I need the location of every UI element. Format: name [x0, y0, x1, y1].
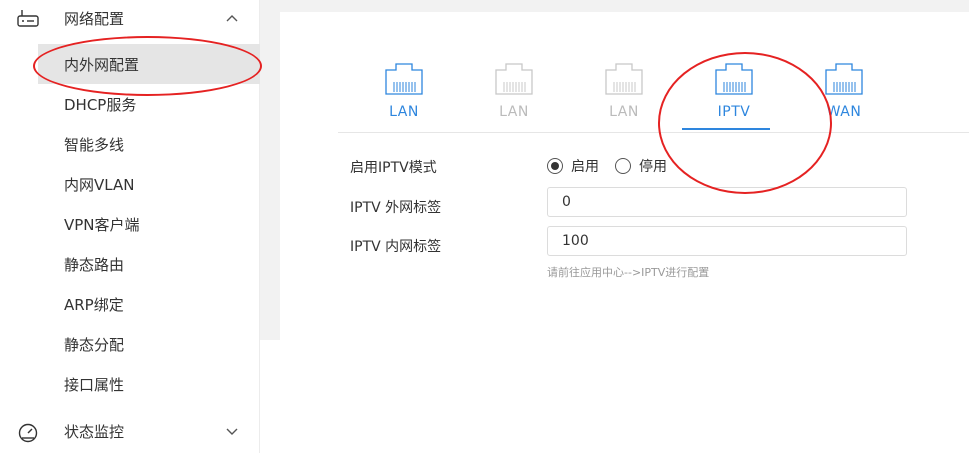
router-icon	[17, 10, 39, 27]
tab-label: LAN	[389, 104, 419, 120]
lan-tag-value: 100	[562, 233, 589, 249]
sidebar-item-label: 内网VLAN	[64, 175, 135, 194]
chevron-up-icon[interactable]	[224, 10, 240, 26]
ethernet-port-icon	[495, 63, 533, 95]
ethernet-port-icon	[385, 63, 423, 95]
tab-lan-1[interactable]: LAN	[369, 62, 439, 132]
config-hint: 请前往应用中心-->IPTV进行配置	[547, 266, 710, 279]
iptv-mode-label: 启用IPTV模式	[350, 160, 437, 176]
tab-lan-2[interactable]: LAN	[479, 62, 549, 132]
lan-tag-label: IPTV 内网标签	[350, 239, 442, 255]
sidebar-item-label: 智能多线	[64, 135, 125, 154]
sidebar-item-dhcp[interactable]: DHCP服务	[0, 84, 260, 124]
ethernet-port-icon	[715, 63, 753, 95]
group-network-config[interactable]: 网络配置	[0, 0, 260, 36]
tab-label: LAN	[609, 104, 639, 120]
tab-label: LAN	[499, 104, 529, 120]
ethernet-port-icon	[605, 63, 643, 95]
tab-lan-3[interactable]: LAN	[589, 62, 659, 132]
lan-tag-input[interactable]: 100	[547, 226, 907, 256]
iptv-mode-radio-group: 启用 停用	[547, 152, 683, 180]
group-label: 网络配置	[64, 9, 125, 28]
wan-tag-input[interactable]: 0	[547, 187, 907, 217]
radio-enable[interactable]	[547, 158, 563, 174]
radio-dot	[551, 162, 559, 170]
sidebar: 网络配置 内外网配置 DHCP服务 智能多线 内网VLAN VPN客户端 静态路…	[0, 0, 260, 453]
tab-label: IPTV	[717, 104, 751, 120]
tab-label: WAN	[826, 104, 862, 120]
sidebar-item-label: 内外网配置	[64, 55, 140, 74]
sidebar-item-label: 静态分配	[64, 335, 125, 354]
wan-tag-label: IPTV 外网标签	[350, 200, 442, 216]
radio-disable[interactable]	[615, 158, 631, 174]
tab-active-underline	[682, 128, 770, 130]
sidebar-item-label: VPN客户端	[64, 215, 140, 234]
sidebar-item-arp-binding[interactable]: ARP绑定	[0, 284, 260, 324]
sidebar-item-label: DHCP服务	[64, 95, 137, 114]
sidebar-item-static-assign[interactable]: 静态分配	[0, 324, 260, 364]
sidebar-item-multiline[interactable]: 智能多线	[0, 124, 260, 164]
sidebar-item-static-route[interactable]: 静态路由	[0, 244, 260, 284]
sidebar-item-interface-props[interactable]: 接口属性	[0, 364, 260, 404]
gauge-icon	[18, 423, 38, 443]
group-label: 状态监控	[64, 422, 125, 441]
main-panel: LAN LAN LAN IPTV WAN 启用IPTV模式 启用 停用 IPTV…	[260, 0, 969, 453]
sidebar-item-label: 静态路由	[64, 255, 125, 274]
group-status-monitor[interactable]: 状态监控	[0, 413, 260, 449]
ethernet-port-icon	[825, 63, 863, 95]
sidebar-item-vlan[interactable]: 内网VLAN	[0, 164, 260, 204]
sidebar-item-label: 接口属性	[64, 375, 125, 394]
wan-tag-value: 0	[562, 194, 571, 210]
sidebar-item-vpn-client[interactable]: VPN客户端	[0, 204, 260, 244]
radio-enable-label[interactable]: 启用	[571, 156, 599, 176]
left-gap	[260, 0, 280, 340]
chevron-down-icon[interactable]	[224, 423, 240, 439]
sidebar-item-label: ARP绑定	[64, 295, 124, 314]
radio-disable-label[interactable]: 停用	[639, 156, 667, 176]
sidebar-item-lan-wan-config[interactable]: 内外网配置	[38, 44, 260, 84]
tab-iptv[interactable]: IPTV	[682, 62, 770, 132]
port-tabs: LAN LAN LAN IPTV WAN	[338, 0, 969, 133]
tab-wan[interactable]: WAN	[809, 62, 879, 132]
